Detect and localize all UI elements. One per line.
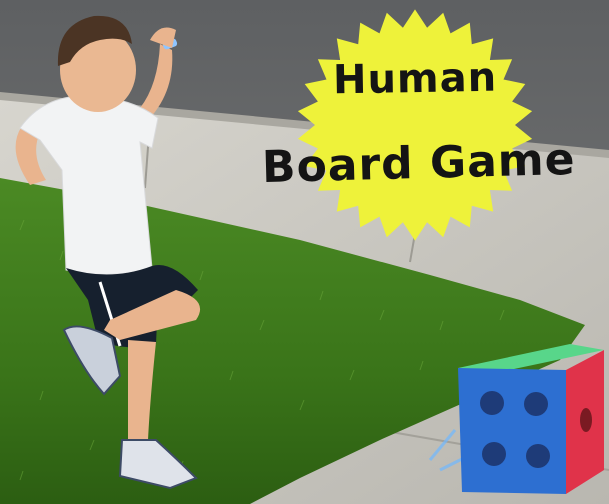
dice-front-face xyxy=(458,368,566,494)
photo-background xyxy=(0,0,609,504)
photo-scene: Human Board Game xyxy=(0,0,609,504)
dice-pip xyxy=(524,392,548,416)
dice-pip xyxy=(580,408,592,432)
dice-pip xyxy=(526,444,550,468)
dice-pip xyxy=(482,442,506,466)
dice-pip xyxy=(480,391,504,415)
